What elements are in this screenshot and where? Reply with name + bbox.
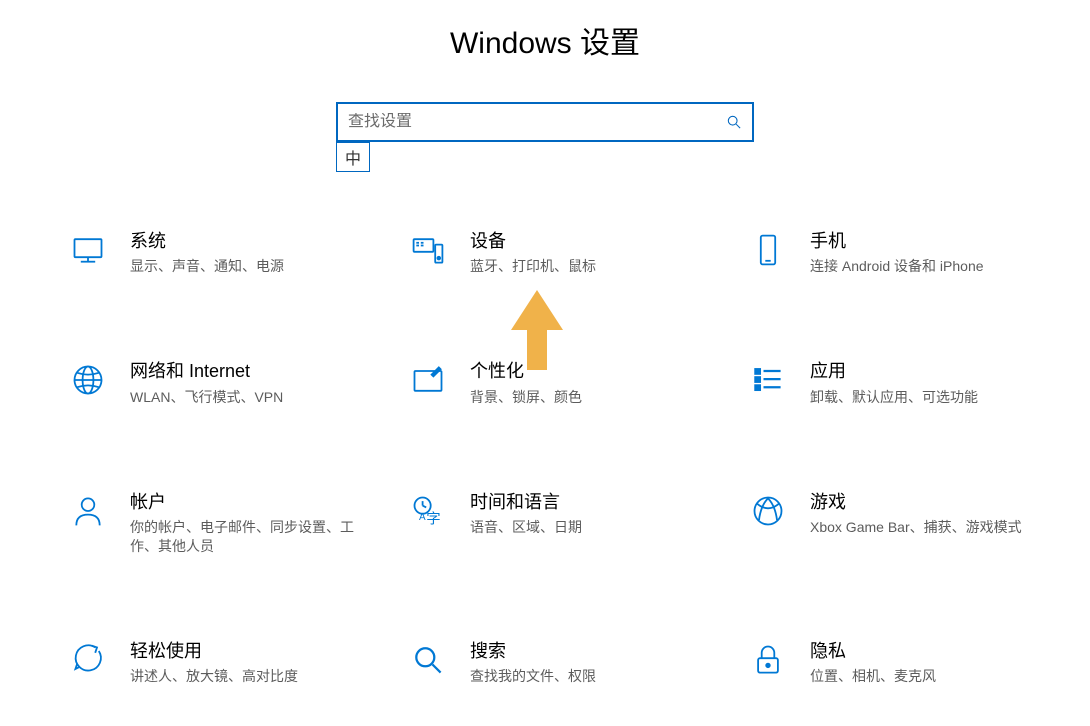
tile-gaming[interactable]: 游戏 Xbox Game Bar、捕获、游戏模式 [748,491,1068,556]
time-language-icon: 字 A [408,491,448,531]
tile-title: 轻松使用 [130,640,298,663]
system-icon [68,230,108,270]
tile-desc: 蓝牙、打印机、鼠标 [470,257,596,276]
personalization-icon [408,360,448,400]
tile-desc: 你的帐户、电子邮件、同步设置、工作、其他人员 [130,518,370,556]
tile-time-language[interactable]: 字 A 时间和语言 语音、区域、日期 [408,491,728,556]
tile-desc: 语音、区域、日期 [470,518,582,537]
phone-icon [748,230,788,270]
tile-privacy[interactable]: 隐私 位置、相机、麦克风 [748,640,1068,686]
tile-apps[interactable]: 应用 卸载、默认应用、可选功能 [748,360,1068,406]
tile-title: 网络和 Internet [130,360,283,383]
tile-desc: 查找我的文件、权限 [470,667,596,686]
tile-desc: WLAN、飞行模式、VPN [130,388,283,407]
tile-title: 应用 [810,360,978,383]
tile-desc: 背景、锁屏、颜色 [470,388,582,407]
tile-title: 设备 [470,230,596,253]
search-icon [726,114,742,130]
search-tile-icon [408,640,448,680]
tile-title: 帐户 [130,491,370,514]
apps-icon [748,360,788,400]
tile-accounts[interactable]: 帐户 你的帐户、电子邮件、同步设置、工作、其他人员 [68,491,388,556]
page-title: Windows 设置 [0,0,1090,62]
person-icon [68,491,108,531]
tile-title: 隐私 [810,640,936,663]
tile-desc: 位置、相机、麦克风 [810,667,936,686]
tile-phone[interactable]: 手机 连接 Android 设备和 iPhone [748,230,1068,276]
tile-title: 游戏 [810,491,1022,514]
tile-desc: 显示、声音、通知、电源 [130,257,284,276]
tile-network[interactable]: 网络和 Internet WLAN、飞行模式、VPN [68,360,388,406]
tile-system[interactable]: 系统 显示、声音、通知、电源 [68,230,388,276]
svg-text:A: A [419,512,426,523]
ime-indicator[interactable]: 中 [336,142,370,172]
lock-icon [748,640,788,680]
tile-title: 个性化 [470,360,582,383]
tile-title: 搜索 [470,640,596,663]
tile-desc: 卸载、默认应用、可选功能 [810,388,978,407]
gaming-icon [748,491,788,531]
tile-title: 手机 [810,230,984,253]
tile-desc: Xbox Game Bar、捕获、游戏模式 [810,518,1022,537]
ease-of-access-icon [68,640,108,680]
globe-icon [68,360,108,400]
tile-desc: 连接 Android 设备和 iPhone [810,257,984,276]
settings-grid: 系统 显示、声音、通知、电源 设备 蓝牙、打印机、鼠标 手机 [68,230,1068,686]
svg-text:字: 字 [426,510,440,527]
tile-devices[interactable]: 设备 蓝牙、打印机、鼠标 [408,230,728,276]
tile-ease-of-access[interactable]: 轻松使用 讲述人、放大镜、高对比度 [68,640,388,686]
search-input[interactable] [348,113,718,131]
tile-personalization[interactable]: 个性化 背景、锁屏、颜色 [408,360,728,406]
search-container: 中 [336,102,754,142]
tile-title: 时间和语言 [470,491,582,514]
devices-icon [408,230,448,270]
tile-search[interactable]: 搜索 查找我的文件、权限 [408,640,728,686]
tile-title: 系统 [130,230,284,253]
tile-desc: 讲述人、放大镜、高对比度 [130,667,298,686]
search-box[interactable] [336,102,754,142]
